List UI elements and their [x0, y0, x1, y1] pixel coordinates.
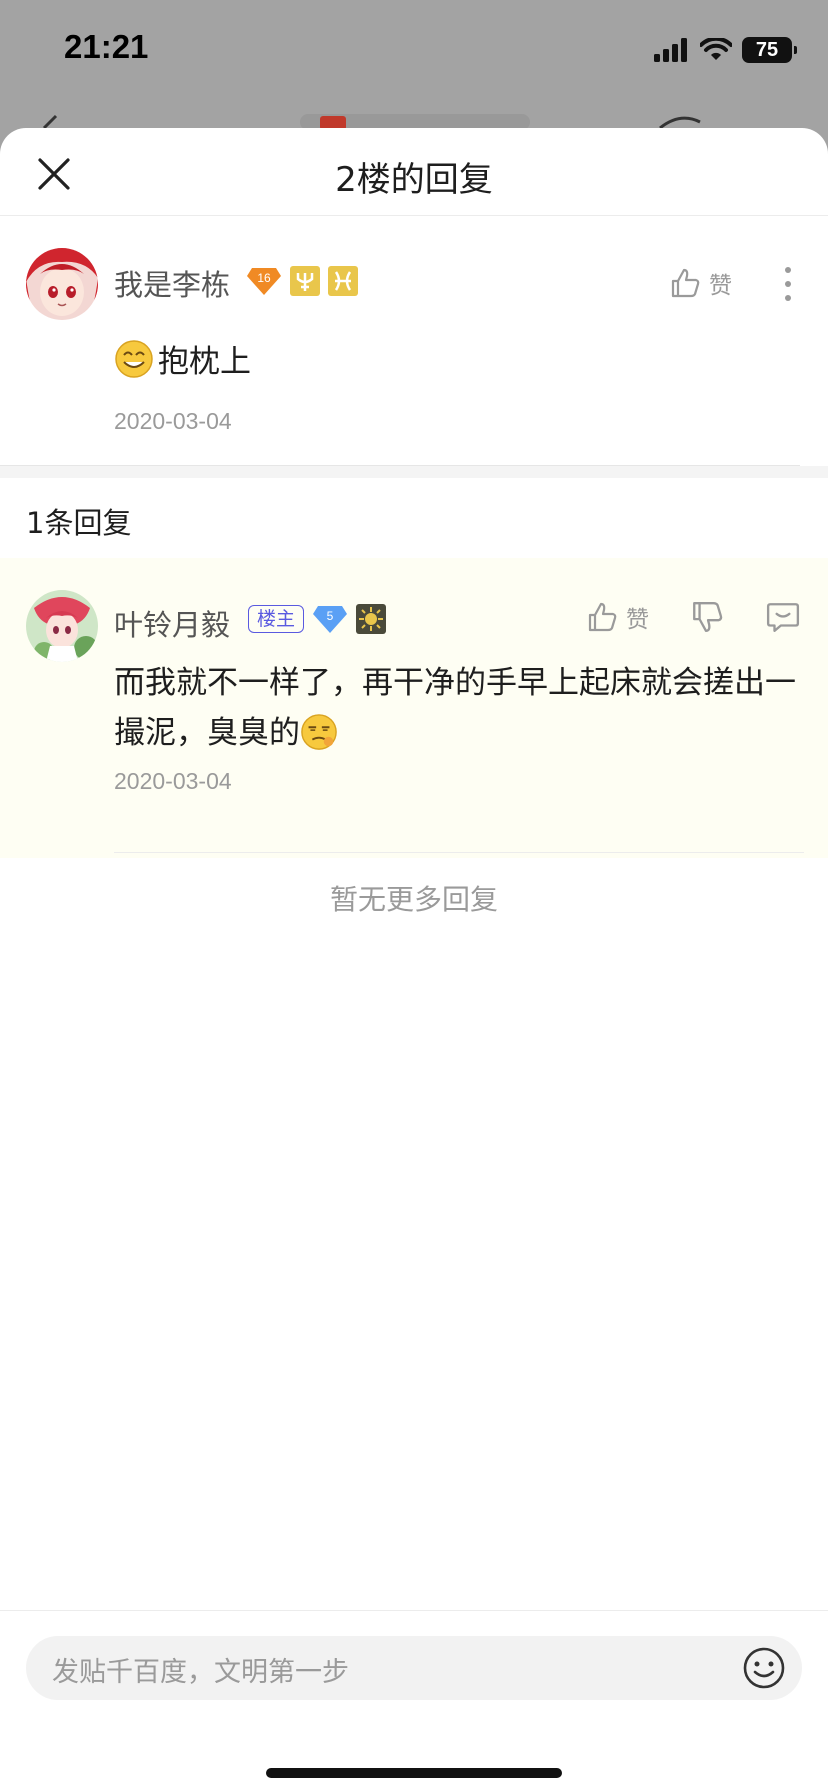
sun-badge-icon — [356, 604, 387, 634]
level-diamond-icon: 5 — [313, 606, 348, 633]
thumbs-up-icon — [671, 268, 700, 298]
sheet-title: 2楼的回复 — [335, 160, 493, 200]
sheet-header: 2楼的回复 — [0, 128, 828, 216]
status-icons: 75 — [654, 30, 797, 70]
home-indicator[interactable] — [266, 1768, 562, 1778]
smug-emoji-icon — [301, 714, 337, 750]
wifi-icon — [700, 38, 732, 60]
comment-icon[interactable] — [766, 600, 800, 634]
smile-emoji-icon — [115, 339, 153, 378]
reply-avatar[interactable] — [26, 590, 98, 662]
post-like-button[interactable]: 赞 — [669, 266, 732, 300]
status-time: 21:21 — [64, 28, 149, 65]
reply-item[interactable]: 叶铃月毅 楼主 5 赞 而我就不一样了，再干净的手早上起床就会搓出一撮泥，臭臭的… — [0, 558, 828, 858]
signal-icon — [654, 38, 687, 62]
like-label: 赞 — [626, 607, 649, 633]
input-divider — [0, 1610, 828, 1611]
reply-count: 1条回复 — [26, 506, 132, 540]
reply-text-content: 而我就不一样了，再干净的手早上起床就会搓出一撮泥，臭臭的 — [114, 665, 796, 751]
status-bar: 21:21 75 — [0, 0, 828, 100]
pisces-badge-icon — [328, 266, 358, 296]
reply-input[interactable]: 发贴千百度，文明第一步 — [26, 1636, 802, 1700]
level-number: 5 — [327, 609, 334, 623]
replies-sheet: 2楼的回复 我是李栋 16 赞 抱枕上 2020-03-04 1条回复 叶铃月毅… — [0, 128, 828, 1792]
post-date: 2020-03-04 — [114, 408, 232, 434]
reply-text: 而我就不一样了，再干净的手早上起床就会搓出一撮泥，臭臭的 — [114, 658, 804, 758]
battery-indicator: 75 — [742, 37, 797, 63]
avatar[interactable] — [26, 248, 98, 320]
like-label: 赞 — [709, 273, 732, 299]
section-gap — [0, 466, 828, 478]
owner-tag: 楼主 — [248, 605, 305, 633]
reply-like-button[interactable]: 赞 — [586, 600, 649, 634]
reply-badges: 楼主 5 — [248, 604, 387, 634]
trident-badge-icon — [290, 266, 320, 296]
post-username[interactable]: 我是李栋 — [114, 262, 230, 304]
reply-date: 2020-03-04 — [114, 768, 232, 794]
thumbs-up-icon — [588, 602, 617, 632]
more-options-icon[interactable] — [784, 266, 792, 302]
reply-username[interactable]: 叶铃月毅 — [114, 602, 230, 644]
input-placeholder: 发贴千百度，文明第一步 — [52, 1657, 349, 1688]
post-badges: 16 — [246, 266, 358, 296]
no-more-replies: 暂无更多回复 — [329, 883, 498, 916]
level-number: 16 — [257, 271, 271, 285]
reply-divider — [114, 852, 804, 853]
emoji-icon[interactable] — [742, 1646, 786, 1690]
post-text: 抱枕上 — [114, 336, 251, 381]
thumbs-down-icon[interactable] — [690, 600, 724, 634]
post-text-content: 抱枕上 — [158, 344, 251, 380]
level-diamond-icon: 16 — [247, 268, 281, 295]
